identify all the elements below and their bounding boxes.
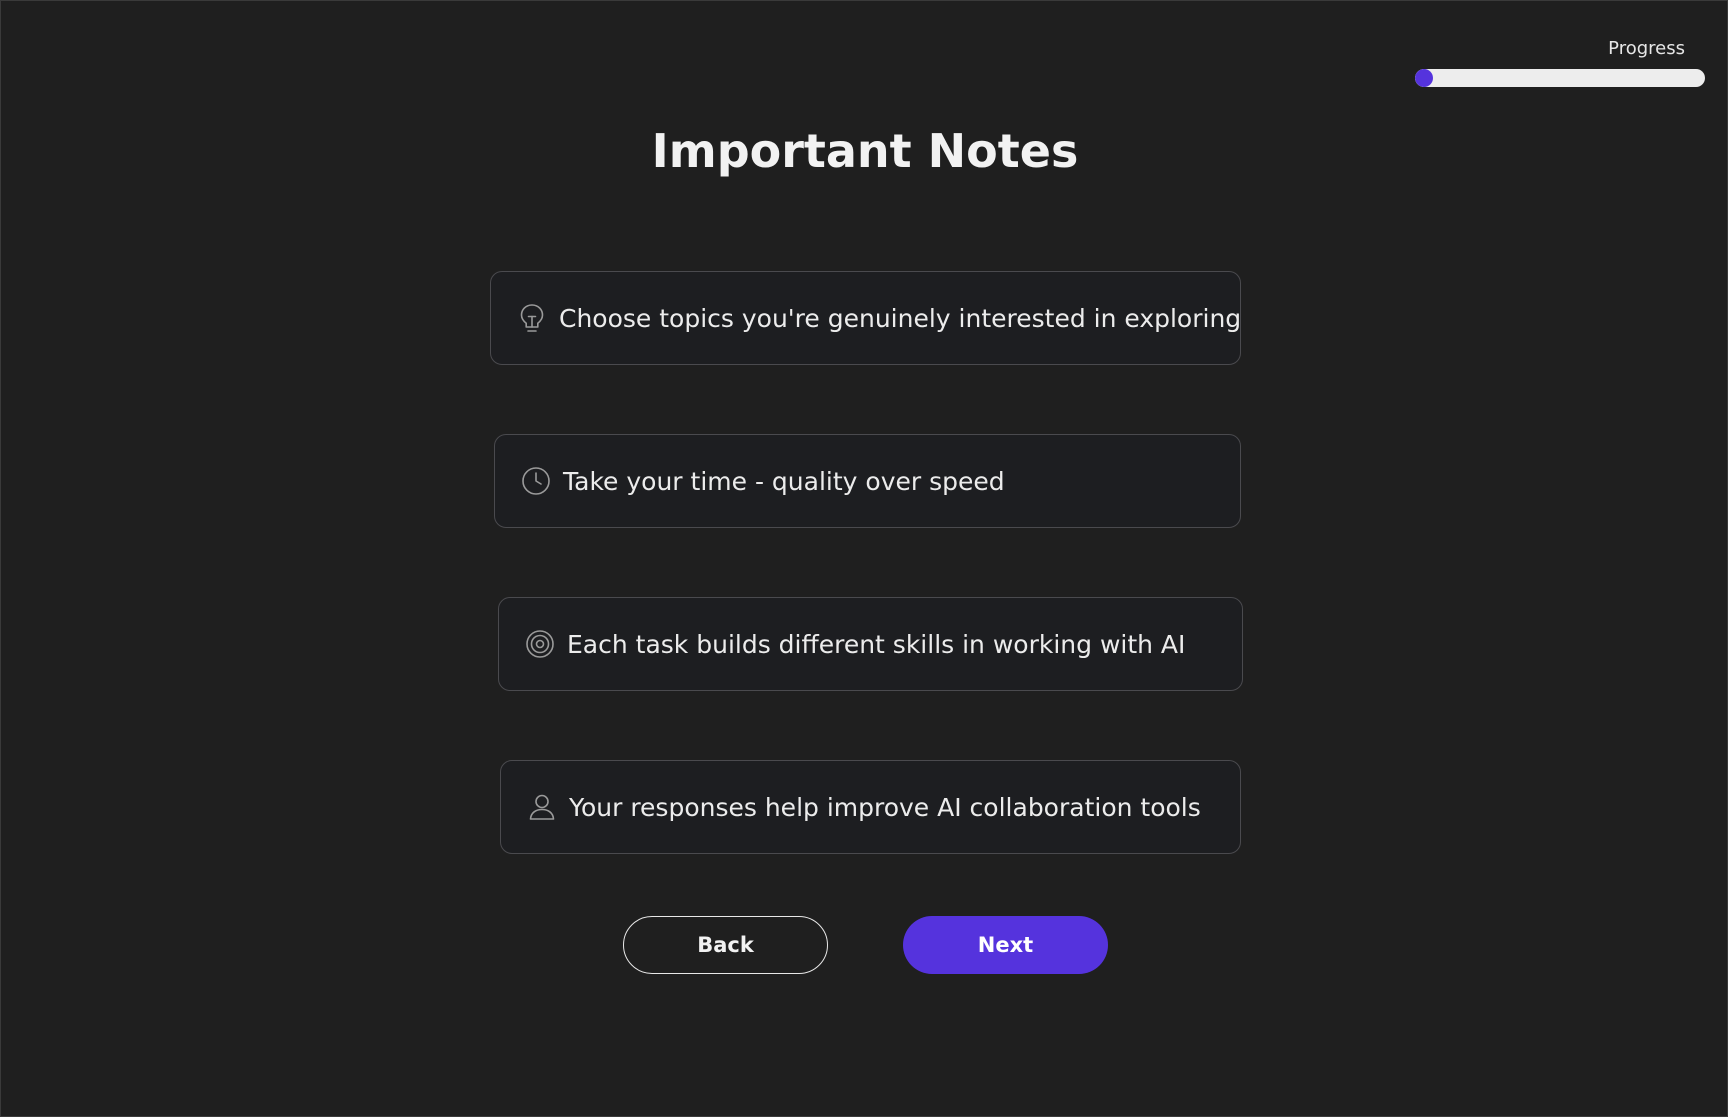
note-text: Choose topics you're genuinely intereste… [559, 303, 1242, 333]
progress-indicator: Progress [1415, 37, 1705, 87]
page-title: Important Notes [651, 124, 1079, 178]
note-text: Each task builds different skills in wor… [567, 629, 1186, 659]
progress-label: Progress [1608, 38, 1685, 59]
note-text: Your responses help improve AI collabora… [569, 792, 1201, 822]
note-card-feedback: Your responses help improve AI collabora… [500, 760, 1241, 854]
progress-bar [1415, 69, 1705, 87]
next-button[interactable]: Next [903, 916, 1108, 974]
user-icon [525, 790, 559, 824]
note-card-skills: Each task builds different skills in wor… [498, 597, 1243, 691]
clock-icon [519, 464, 553, 498]
back-button[interactable]: Back [623, 916, 828, 974]
target-icon [523, 627, 557, 661]
note-text: Take your time - quality over speed [563, 466, 1005, 496]
progress-bar-fill [1415, 69, 1433, 87]
lightbulb-icon [515, 301, 549, 335]
note-card-topics: Choose topics you're genuinely intereste… [490, 271, 1241, 365]
note-card-time: Take your time - quality over speed [494, 434, 1241, 528]
